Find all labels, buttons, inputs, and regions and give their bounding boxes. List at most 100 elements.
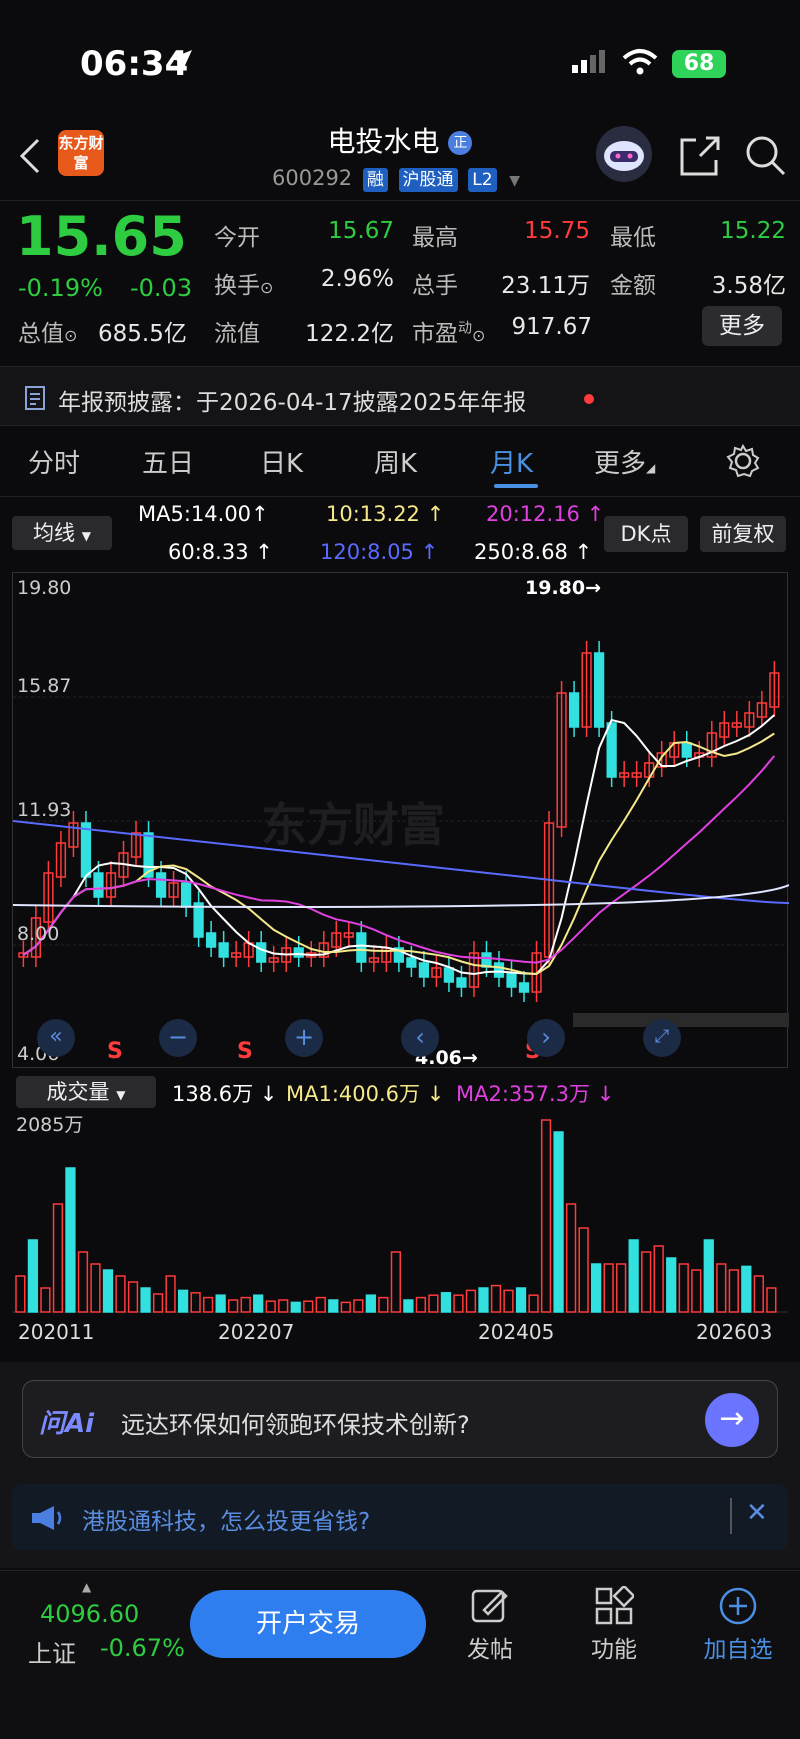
tab-more[interactable]: 更多◢ [594,443,655,480]
volume-bar [716,1263,727,1313]
total-value: 685.5亿 [98,321,187,347]
volume-bar [666,1257,677,1313]
notice-dot [584,394,594,404]
share-icon[interactable] [678,134,722,178]
volume-bar [478,1287,489,1313]
close-icon[interactable]: ✕ [746,1498,768,1528]
candle [155,872,167,898]
volume-bar [15,1275,26,1313]
candle [506,972,517,988]
volume-bar [728,1269,739,1313]
candle [681,742,692,758]
candle [568,692,580,728]
volume-max-label: 2085万 [16,1114,84,1136]
volume-label: 总手 [412,273,458,299]
volume-bar [603,1263,614,1313]
tab-daily[interactable]: 日K [260,443,303,480]
tag-connect: 沪股通 [398,168,458,192]
megaphone-icon [32,1506,62,1530]
add-watchlist-button[interactable]: 加自选 [700,1586,776,1664]
volume-svg [12,1119,788,1313]
volume-bar [278,1299,289,1313]
volume-bar [528,1294,539,1313]
total-value-label: 总值⊙ [18,321,78,347]
support-band [573,1013,789,1027]
candle [593,652,605,728]
ai-send-button[interactable]: → [705,1393,759,1447]
dropdown-icon[interactable]: ▼ [509,173,520,189]
scroll-left-fast-button[interactable]: « [37,1019,75,1057]
indicator-selector[interactable]: 均线 ▼ [12,516,112,550]
volume-bar [165,1275,176,1313]
tab-5day[interactable]: 五日 [142,443,194,480]
volume-bar [152,1293,164,1313]
volume-bar [140,1287,151,1313]
low-label: 最低 [610,225,656,251]
candle [606,722,617,778]
open-account-button[interactable]: 开户交易 [190,1590,426,1658]
y-label-1: 19.80 [17,577,72,599]
volume-bar [265,1300,276,1313]
promo-divider [730,1498,732,1534]
index-value: 4096.60 [40,1600,140,1628]
zoom-out-button[interactable]: − [159,1019,197,1057]
volume-bar [753,1275,764,1313]
report-notice[interactable]: 年报预披露：于2026-04-17披露2025年年报 [0,366,800,426]
candle [443,967,455,983]
pe-value: 917.67 [511,314,592,340]
settings-icon[interactable] [726,444,760,478]
promo-banner[interactable]: 港股通科技，怎么投更省钱? ✕ [12,1484,788,1550]
volume-bar [290,1301,301,1313]
post-label: 发帖 [467,1637,513,1663]
kline-chart[interactable]: 东方财富 19.80 15.87 11.93 8.00 4.06 19.80→ … [12,572,790,1069]
tab-weekly[interactable]: 周K [374,443,417,480]
volume-bar [65,1167,76,1313]
volume-bar [465,1289,477,1313]
float-label: 流值 [214,321,260,347]
functions-button[interactable]: 功能 [584,1584,644,1664]
volume-chart[interactable]: 2085万 [12,1100,788,1315]
volume-bar [127,1281,139,1313]
volume-bar [90,1263,101,1313]
adjust-button[interactable]: 前复权 [700,516,786,552]
volume-bar [490,1284,502,1313]
candle [218,942,229,958]
search-icon[interactable] [744,134,788,178]
post-button[interactable]: 发帖 [460,1586,520,1664]
tag-l2: L2 [468,168,497,192]
index-change: -0.67% [100,1634,185,1662]
candle [493,962,505,978]
ai-question: 远达环保如何领跑环保技术创新? [121,1411,470,1439]
volume-bar [390,1251,401,1313]
ma10-value: 10:13.22 ↑ [326,502,445,526]
amount-value: 3.58亿 [711,273,786,299]
volume-bar [515,1287,527,1313]
volume-bar [328,1299,339,1313]
volume-bar [403,1299,414,1313]
scroll-right-button[interactable]: › [527,1019,565,1057]
volume-bar [578,1227,589,1313]
candle [406,957,417,968]
expand-up-icon[interactable]: ▲ [82,1580,91,1594]
stock-code-row: 600292 融 沪股通 L2 ▼ [272,166,520,192]
scroll-left-button[interactable]: ‹ [401,1019,439,1057]
date-label: 202011 [18,1320,95,1344]
ai-question-box[interactable]: 问Ai 远达环保如何领跑环保技术创新? → [22,1380,778,1458]
tab-intraday[interactable]: 分时 [28,443,80,480]
volume-bar [703,1239,714,1313]
tab-monthly[interactable]: 月K [490,443,533,480]
status-bar: 06:34 68 [0,0,800,120]
volume-bar [40,1287,51,1313]
robot-avatar[interactable] [596,126,652,182]
index-name: 上证 [28,1640,76,1668]
volume-bar [766,1287,777,1313]
more-quote-button[interactable]: 更多 [702,306,782,346]
fullscreen-icon[interactable]: ⤢ [643,1019,681,1057]
volume-bar [303,1300,314,1313]
tab-underline [494,484,538,488]
zoom-in-button[interactable]: + [285,1019,323,1057]
volume-bar [353,1299,364,1313]
dk-point-button[interactable]: DK点 [604,516,688,552]
low-value: 15.22 [720,218,786,244]
volume-bar [115,1275,126,1313]
